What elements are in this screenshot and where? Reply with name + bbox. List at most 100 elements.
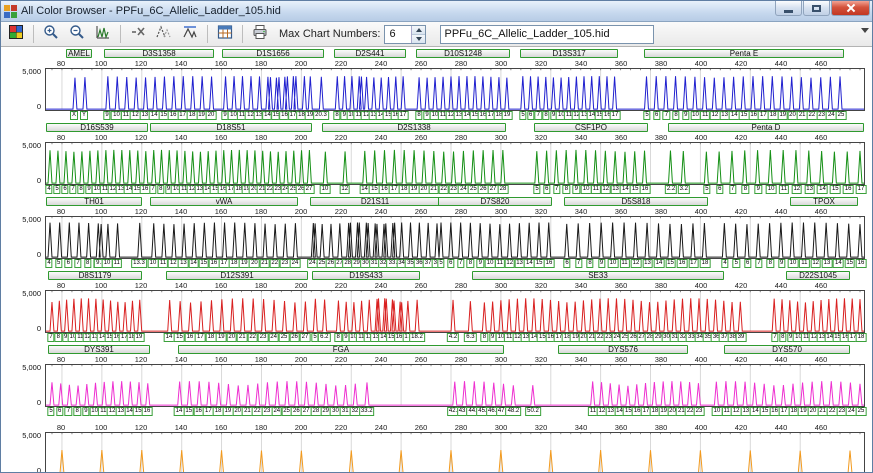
allele-label: 2.2 [664, 185, 678, 194]
x-axis-row-pink: 80 100 120 140 160 180 200 220 240 260 280 300 320 34… [45, 356, 865, 364]
allele-label: 11 [158, 259, 169, 268]
allele-label: 7 [728, 185, 737, 194]
x-tick-label: 140 [174, 59, 188, 68]
marker-box-D21S11[interactable]: D21S11 [310, 197, 440, 206]
electropherogram-plot-black[interactable] [45, 216, 865, 259]
marker-box-CSF1PO[interactable]: CSF1PO [534, 123, 648, 132]
allele-label: 7 [755, 259, 763, 268]
allele-label: 17 [609, 111, 621, 120]
print-button[interactable] [248, 23, 272, 45]
x-tick-label: 360 [614, 423, 628, 432]
show-raw-button[interactable] [178, 23, 202, 45]
marker-box-FGA[interactable]: FGA [178, 345, 504, 354]
marker-box-D10S1248[interactable]: D10S1248 [416, 49, 510, 58]
zoom-out-button[interactable] [65, 23, 89, 45]
minimize-button[interactable] [775, 1, 802, 16]
marker-box-D2S1338[interactable]: D2S1338 [322, 123, 506, 132]
marker-box-DYS570[interactable]: DYS570 [724, 345, 850, 354]
sample-filename-field[interactable] [440, 24, 655, 44]
x-tick-label: 160 [214, 281, 228, 290]
allele-label: 12 [167, 259, 179, 268]
marker-box-Penta-E[interactable]: Penta E [644, 49, 844, 58]
marker-box-DYS576[interactable]: DYS576 [558, 345, 688, 354]
x-tick-label: 420 [734, 59, 748, 68]
allele-label: 7 [47, 333, 55, 342]
x-tick-label: 280 [454, 207, 468, 216]
spinner-down-button[interactable] [412, 34, 426, 43]
marker-box-D13S317[interactable]: D13S317 [520, 49, 618, 58]
marker-box-D16S539[interactable]: D16S539 [45, 123, 148, 132]
spinner-up-button[interactable] [412, 25, 426, 35]
electropherogram-plot-blue[interactable] [45, 68, 865, 111]
allele-label: 19 [501, 111, 513, 120]
allele-label: 28 [497, 185, 509, 194]
trace-green [46, 150, 864, 183]
show-peaks-button[interactable] [152, 23, 176, 45]
marker-box-Penta-D[interactable]: Penta D [668, 123, 864, 132]
allele-label: 5 [55, 259, 63, 268]
allele-label: 6 [743, 259, 752, 268]
electropherogram-plot-green[interactable] [45, 142, 865, 185]
marker-box-D18S51[interactable]: D18S51 [150, 123, 312, 132]
marker-box-D5S818[interactable]: D5S818 [564, 197, 708, 206]
x-tick-label: 380 [654, 423, 668, 432]
allele-label: 25 [855, 407, 867, 416]
allele-label-row-black: 4567899.3101113.310111213141516171819202… [45, 259, 867, 269]
electropherogram-plot-orange[interactable] [45, 432, 865, 472]
maximize-button[interactable] [803, 1, 830, 16]
marker-box-vWA[interactable]: vWA [150, 197, 298, 206]
x-tick-label: 100 [94, 281, 108, 290]
x-tick-label: 160 [214, 355, 228, 364]
x-tick-label: 220 [334, 59, 348, 68]
y-axis-zero-label: 0 [36, 176, 41, 185]
x-tick-label: 340 [574, 207, 588, 216]
marker-box-D3S1358[interactable]: D3S1358 [104, 49, 214, 58]
hide-labels-button[interactable] [126, 23, 150, 45]
toolbar-separator [242, 25, 243, 43]
marker-box-SE33[interactable]: SE33 [472, 271, 724, 280]
allele-label: 21 [259, 259, 270, 268]
close-button[interactable] [831, 1, 870, 16]
x-tick-label: 340 [574, 281, 588, 290]
allele-label: 7 [149, 185, 157, 194]
allele-label: 7 [74, 259, 82, 268]
marker-box-TPOX[interactable]: TPOX [790, 197, 858, 206]
allele-label: 8 [766, 259, 774, 268]
channel-black: TH01 vWA D21S11 D7S820 D5S818 TPOX 80 100 120 140… [1, 197, 872, 269]
zoom-fit-button[interactable] [91, 23, 115, 45]
marker-box-AMEL[interactable]: AMEL [66, 49, 92, 58]
color-channels-button[interactable] [4, 23, 28, 45]
zoom-in-button[interactable] [39, 23, 63, 45]
hide-labels-icon [130, 24, 146, 45]
marker-box-DYS391[interactable]: DYS391 [47, 345, 150, 354]
marker-box-D7S820[interactable]: D7S820 [438, 197, 552, 206]
x-tick-label: 460 [814, 423, 828, 432]
allele-label: 8 [73, 407, 81, 416]
allele-label: 14 [188, 259, 199, 268]
x-tick-label: 320 [534, 207, 548, 216]
allele-label-row-pink: 5 6 7 8 9 10 11 12 13 14 15 16 14 15 16 17 18 19 20 21 22 23 2… [45, 407, 867, 417]
x-tick-label: 360 [614, 281, 628, 290]
marker-box-D2S441[interactable]: D2S441 [334, 49, 406, 58]
x-tick-label: 420 [734, 207, 748, 216]
allele-label: 13 [821, 259, 833, 268]
x-tick-label: 260 [414, 281, 428, 290]
report-table-button[interactable] [213, 23, 237, 45]
marker-box-D1S1656[interactable]: D1S1656 [222, 49, 324, 58]
electropherogram-plot-red[interactable] [45, 290, 865, 333]
chart-row-orange: 5,000 0 [1, 432, 872, 472]
x-tick-label: 340 [574, 133, 588, 142]
marker-box-D12S391[interactable]: D12S391 [166, 271, 308, 280]
marker-box-D8S1179[interactable]: D8S1179 [47, 271, 142, 280]
allele-label: 12 [339, 185, 351, 194]
marker-box-TH01[interactable]: TH01 [45, 197, 142, 206]
all-color-browser-window: All Color Browser - PPFu_6C_Allelic_Ladd… [0, 0, 873, 473]
x-tick-label: 180 [254, 133, 268, 142]
marker-box-D19S433[interactable]: D19S433 [311, 271, 420, 280]
marker-box-D22S1045[interactable]: D22S1045 [786, 271, 850, 280]
max-chart-numbers-spinner[interactable]: 6 [384, 24, 427, 44]
electropherogram-plot-pink[interactable] [45, 364, 865, 407]
x-tick-label: 440 [774, 59, 788, 68]
allele-label: 26 [289, 333, 300, 342]
toolbar-overflow-icon[interactable] [861, 28, 869, 33]
